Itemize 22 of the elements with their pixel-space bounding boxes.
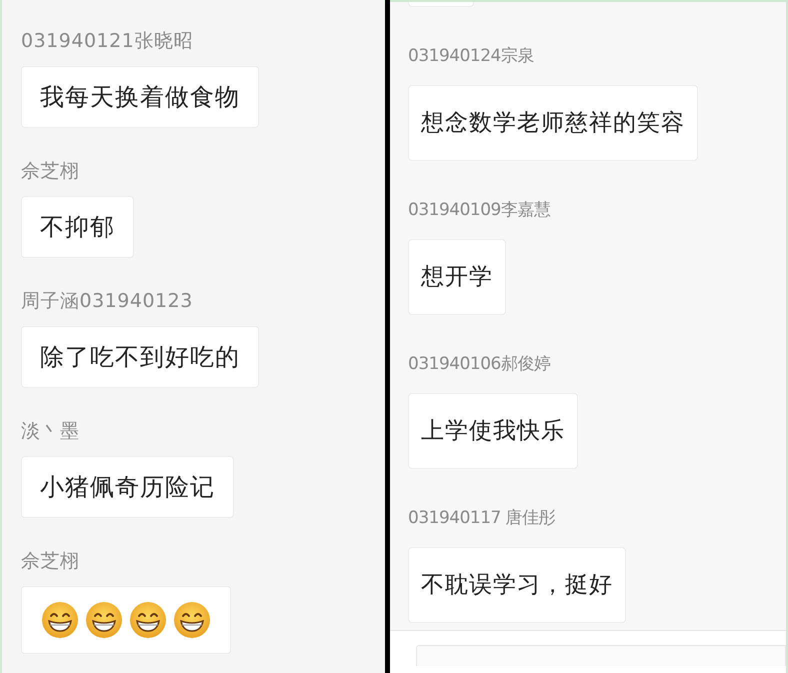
message-bubble: 想开学: [408, 239, 506, 315]
sender-name: 031940109李嘉慧: [408, 199, 550, 222]
sender-name: 佘芝栩: [21, 549, 80, 574]
message-bubble: 小猪佩奇历险记: [21, 456, 234, 518]
message-bubble: 想念数学老师慈祥的笑容: [408, 85, 698, 161]
sender-name: 031940117 唐佳彤: [408, 507, 556, 530]
sender-name: 佘芝栩: [21, 159, 80, 184]
input-field[interactable]: [416, 645, 786, 666]
grinning-face-icon: [173, 601, 211, 639]
sender-name: 031940124宗泉: [408, 45, 534, 68]
grinning-face-icon: [41, 601, 79, 639]
message-bubble: 上学使我快乐: [408, 393, 578, 469]
message-bubble: 不耽误学习，挺好: [408, 547, 626, 623]
grinning-face-icon: [85, 601, 123, 639]
sender-name: 周子涵031940123: [21, 289, 193, 314]
message-bubble: 我每天换着做食物: [21, 66, 259, 128]
message-bubble: 除了吃不到好吃的: [21, 326, 259, 388]
grinning-face-icon: [129, 601, 167, 639]
sender-name: 031940106郝俊婷: [408, 353, 550, 376]
sender-name: 031940121张晓昭: [21, 29, 193, 54]
message-bubble: 不抑郁: [21, 196, 134, 258]
sender-name: 淡丶墨: [21, 419, 80, 444]
